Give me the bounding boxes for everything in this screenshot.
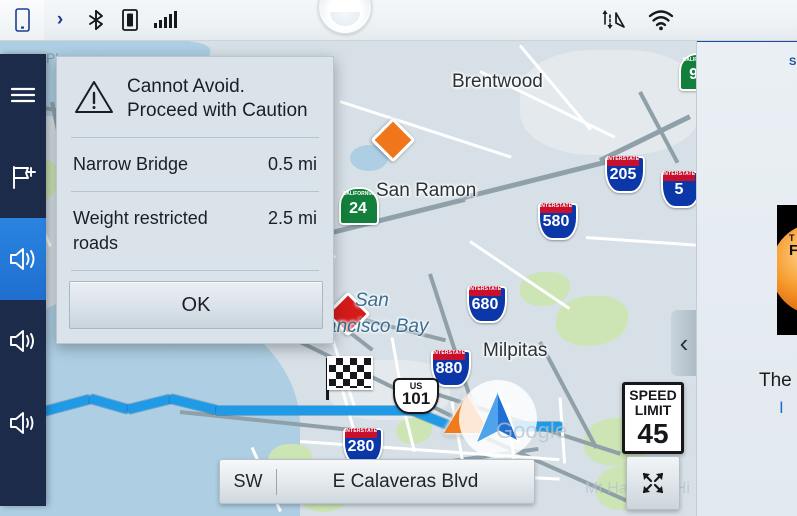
shield-i5: INTERSTATE 5: [660, 168, 697, 208]
current-street-name: E Calaveras Blvd: [332, 470, 479, 492]
shield-number: 880: [435, 360, 463, 377]
chevron-left-icon: ‹: [679, 327, 689, 358]
ok-button[interactable]: OK: [69, 281, 323, 329]
dialog-row-weight-restricted: Weight restricted roads 2.5 mi: [57, 192, 333, 270]
volume-high-icon: [10, 248, 35, 270]
map-panel-collapse-chevron[interactable]: ‹: [671, 310, 697, 376]
expand-fullscreen-icon: [642, 472, 664, 494]
current-street-bar[interactable]: SW E Calaveras Blvd: [219, 459, 535, 504]
panel-sub-label: S: [789, 56, 797, 68]
shield-number: 5: [674, 181, 684, 198]
speed-limit-word1: SPEED: [629, 386, 677, 403]
shield-us101: US 101: [393, 378, 439, 418]
album-art-text: T F: [789, 233, 797, 258]
dialog-title-line2: Proceed with Caution: [127, 100, 308, 121]
chevron-right-icon: ›: [56, 9, 64, 30]
dialog-header: Cannot Avoid. Proceed with Caution: [57, 57, 333, 137]
shield-top-label: INTERSTATE: [662, 171, 696, 177]
hazard-distance: 0.5 mi: [267, 154, 317, 174]
shield-top-label: CALIFORNIA: [682, 57, 697, 63]
expand-map-button[interactable]: [626, 456, 680, 510]
shield-top-label: INTERSTATE: [468, 286, 502, 292]
media-side-panel[interactable]: 80° S T F The I: [696, 0, 797, 516]
dialog-row-narrow-bridge: Narrow Bridge 0.5 mi: [57, 138, 333, 191]
shield-top-label: CALIFORNIA: [342, 191, 374, 197]
hazard-distance: 2.5 mi: [267, 208, 317, 228]
signal-bars-icon: [154, 11, 177, 28]
shield-number: 101: [401, 389, 431, 408]
track-artist: I: [779, 398, 784, 417]
warning-triangle-icon: [75, 81, 113, 113]
status-icons-right: [601, 0, 675, 40]
shield-number: 205: [609, 166, 637, 183]
cannot-avoid-dialog: Cannot Avoid. Proceed with Caution Narro…: [56, 56, 334, 344]
home-circle-button[interactable]: [318, 0, 372, 34]
sidebar-item-volume-medium[interactable]: [0, 300, 46, 382]
status-bar: ›: [0, 0, 797, 41]
sidebar-item-add-waypoint[interactable]: [0, 136, 46, 218]
city-label-milpitas: Milpitas: [483, 340, 548, 361]
shield-top-label: INTERSTATE: [432, 350, 466, 356]
bay-label-line1: San: [355, 290, 389, 311]
city-label-brentwood: Brentwood: [452, 71, 543, 92]
shield-top-label: INTERSTATE: [344, 428, 378, 434]
shield-i205: INTERSTATE 205: [604, 153, 645, 193]
bay-label-line2: ancisco Bay: [326, 316, 429, 337]
shield-top-label: INTERSTATE: [539, 203, 573, 209]
speed-limit-sign: SPEED LIMIT 45: [622, 382, 684, 454]
dialog-footer: OK: [57, 271, 333, 343]
shield-number: 280: [347, 438, 375, 455]
album-art-line2: F: [789, 243, 797, 258]
album-art-artwork: [791, 277, 797, 303]
status-expand-button[interactable]: ›: [44, 0, 76, 40]
track-title: The: [759, 370, 792, 391]
compass-direction: SW: [233, 471, 263, 491]
volume-medium-icon: [10, 330, 34, 352]
volume-low-icon: [10, 412, 34, 434]
dialog-title-line1: Cannot Avoid.: [127, 76, 245, 97]
speed-limit-word2: LIMIT: [634, 401, 672, 418]
shield-ca24: CALIFORNIA 24: [338, 186, 379, 226]
wifi-icon: [648, 10, 674, 31]
hazard-label: Weight restricted roads: [73, 208, 208, 253]
shield-ca99: CALIFORNIA 99: [678, 52, 697, 92]
phone-device-icon: [14, 8, 30, 32]
bluetooth-icon: [89, 10, 103, 30]
album-art-thumbnail[interactable]: T F: [777, 205, 797, 335]
shield-number: 99: [689, 66, 697, 83]
sidebar-item-volume-high[interactable]: [0, 218, 46, 300]
menu-icon: [10, 87, 36, 103]
shield-top-label: INTERSTATE: [606, 156, 640, 162]
speed-limit-value: 45: [637, 417, 669, 449]
sidebar-item-volume-low[interactable]: [0, 382, 46, 464]
add-waypoint-flag-icon: [13, 166, 36, 189]
hazard-label: Narrow Bridge: [73, 154, 189, 174]
status-icons-left: [86, 0, 177, 40]
route-segment: [216, 406, 416, 415]
shield-number: 24: [349, 200, 367, 217]
shield-i580: INTERSTATE 580: [537, 200, 578, 240]
nav-sidebar: [0, 54, 46, 506]
shield-i680: INTERSTATE 680: [466, 283, 507, 323]
shield-number: 580: [542, 213, 570, 230]
city-label-san-ramon: San Ramon: [376, 180, 477, 201]
sim-card-icon: [122, 9, 138, 31]
dialog-title: Cannot Avoid. Proceed with Caution: [127, 75, 308, 123]
phone-status-button[interactable]: [0, 0, 44, 40]
gps-data-transfer-icon: [602, 10, 625, 29]
sidebar-item-menu[interactable]: [0, 54, 46, 136]
nav-screen: INTERSTATE 205 INTERSTATE 5 INTERSTATE 5…: [0, 0, 797, 516]
map-watermark: Google: [496, 418, 567, 443]
shield-number: 680: [471, 296, 499, 313]
checkered-flag-icon: [327, 356, 373, 390]
